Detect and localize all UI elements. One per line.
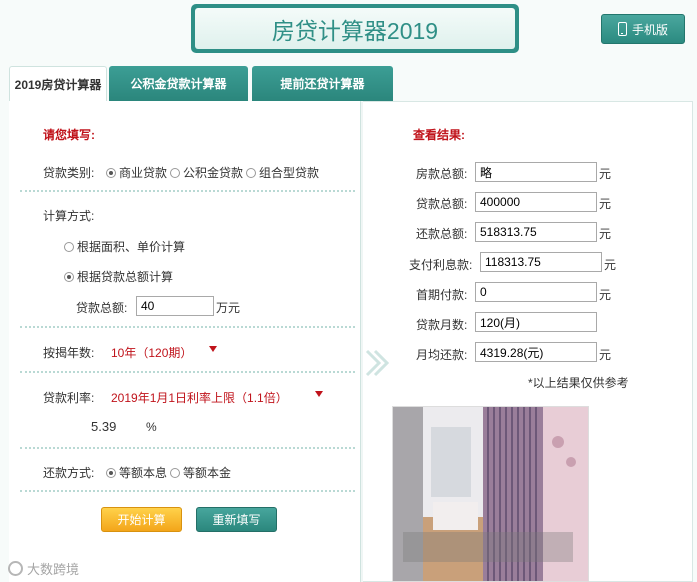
repay-equal-principal-radio[interactable]	[170, 467, 181, 478]
repay-equal-principal-label[interactable]: 等额本金	[183, 464, 231, 481]
loan-type-provident-radio[interactable]	[170, 167, 181, 178]
result-monthly[interactable]: 4319.28(元)	[475, 342, 597, 362]
result-house-total[interactable]: 略	[475, 162, 597, 182]
calc-method-label: 计算方式:	[43, 209, 95, 223]
tab-provident-fund-calculator[interactable]: 公积金贷款计算器	[109, 66, 248, 101]
divider	[20, 371, 355, 373]
loan-total-label: 贷款总额:	[76, 301, 128, 315]
result-months[interactable]: 120(月)	[475, 312, 597, 332]
tab-prepayment-calculator[interactable]: 提前还贷计算器	[252, 66, 393, 101]
chevron-down-icon[interactable]	[315, 391, 323, 397]
panel-divider	[361, 101, 363, 582]
calc-method-area-option[interactable]: 根据面积、单价计算	[64, 238, 185, 255]
calc-method-area-radio[interactable]	[64, 241, 74, 252]
result-label-house-total: 房款总额:	[416, 167, 468, 181]
repay-equal-installment-label[interactable]: 等额本息	[119, 464, 167, 481]
loan-type-options: 商业贷款 公积金贷款 组合型贷款	[106, 164, 319, 181]
loan-type-commercial-label[interactable]: 商业贷款	[119, 164, 167, 181]
result-label-repay-total: 还款总额:	[416, 227, 468, 241]
result-unit: 元	[599, 288, 612, 302]
calc-method-total-label[interactable]: 根据贷款总额计算	[77, 268, 173, 285]
mobile-version-button[interactable]: 手机版	[601, 14, 685, 44]
watermark-text: 大数跨境	[27, 562, 80, 577]
rate-select[interactable]: 2019年1月1日利率上限（1.1倍）	[111, 389, 288, 406]
phone-icon	[617, 22, 627, 36]
mobile-version-label: 手机版	[631, 22, 668, 37]
divider	[20, 326, 355, 328]
result-unit: 元	[604, 258, 617, 272]
loan-total-input[interactable]: 40	[136, 296, 214, 316]
loan-type-provident-label[interactable]: 公积金贷款	[183, 164, 243, 181]
result-repay-total[interactable]: 518313.75	[475, 222, 597, 242]
calc-method-total-option[interactable]: 根据贷款总额计算	[64, 268, 173, 285]
loan-type-commercial-radio[interactable]	[106, 167, 116, 178]
result-label-monthly: 月均还款:	[416, 348, 468, 362]
years-label: 按揭年数:	[43, 346, 95, 360]
room-image	[393, 407, 588, 581]
result-label-interest: 支付利息款:	[409, 258, 473, 272]
result-unit: 元	[599, 197, 612, 211]
loan-type-combined-label[interactable]: 组合型贷款	[259, 164, 319, 181]
result-label-months: 贷款月数:	[416, 318, 468, 332]
result-loan-total[interactable]: 400000	[475, 192, 597, 212]
double-chevron-right-icon	[365, 349, 390, 377]
result-unit: 元	[599, 348, 612, 362]
reset-button[interactable]: 重新填写	[196, 507, 277, 532]
result-unit: 元	[599, 227, 612, 241]
result-down-payment[interactable]: 0	[475, 282, 597, 302]
chevron-down-icon[interactable]	[209, 346, 217, 352]
rate-unit: %	[146, 420, 157, 434]
watermark: 大数跨境	[8, 559, 79, 578]
rate-label: 贷款利率:	[43, 391, 95, 405]
result-interest[interactable]: 118313.75	[480, 252, 602, 272]
calc-method-total-radio[interactable]	[64, 271, 74, 282]
loan-total-unit: 万元	[216, 301, 241, 315]
calc-method-area-label[interactable]: 根据面积、单价计算	[77, 238, 185, 255]
repay-equal-installment-radio[interactable]	[106, 467, 116, 478]
loan-type-label: 贷款类别:	[43, 166, 95, 180]
tab-mortgage-calculator[interactable]: 2019房贷计算器	[9, 66, 107, 102]
years-select[interactable]: 10年（120期）	[111, 344, 192, 361]
divider	[20, 447, 355, 449]
start-calculation-button[interactable]: 开始计算	[101, 507, 182, 532]
room-photo	[392, 406, 589, 582]
app-title-banner: 房贷计算器2019	[191, 4, 519, 53]
divider	[20, 190, 355, 192]
result-label-down-payment: 首期付款:	[416, 288, 468, 302]
form-title: 请您填写:	[43, 128, 95, 142]
rate-number: 5.39	[91, 419, 117, 434]
watermark-logo-icon	[8, 561, 23, 576]
repay-method-label: 还款方式:	[43, 466, 95, 480]
result-note: *以上结果仅供参考	[528, 376, 629, 390]
repay-method-options: 等额本息 等额本金	[106, 464, 231, 481]
divider	[20, 490, 355, 492]
result-unit: 元	[599, 167, 612, 181]
result-label-loan-total: 贷款总额:	[416, 197, 468, 211]
app-title: 房贷计算器2019	[195, 8, 515, 49]
loan-type-combined-radio[interactable]	[246, 167, 257, 178]
results-title: 查看结果:	[413, 128, 465, 142]
